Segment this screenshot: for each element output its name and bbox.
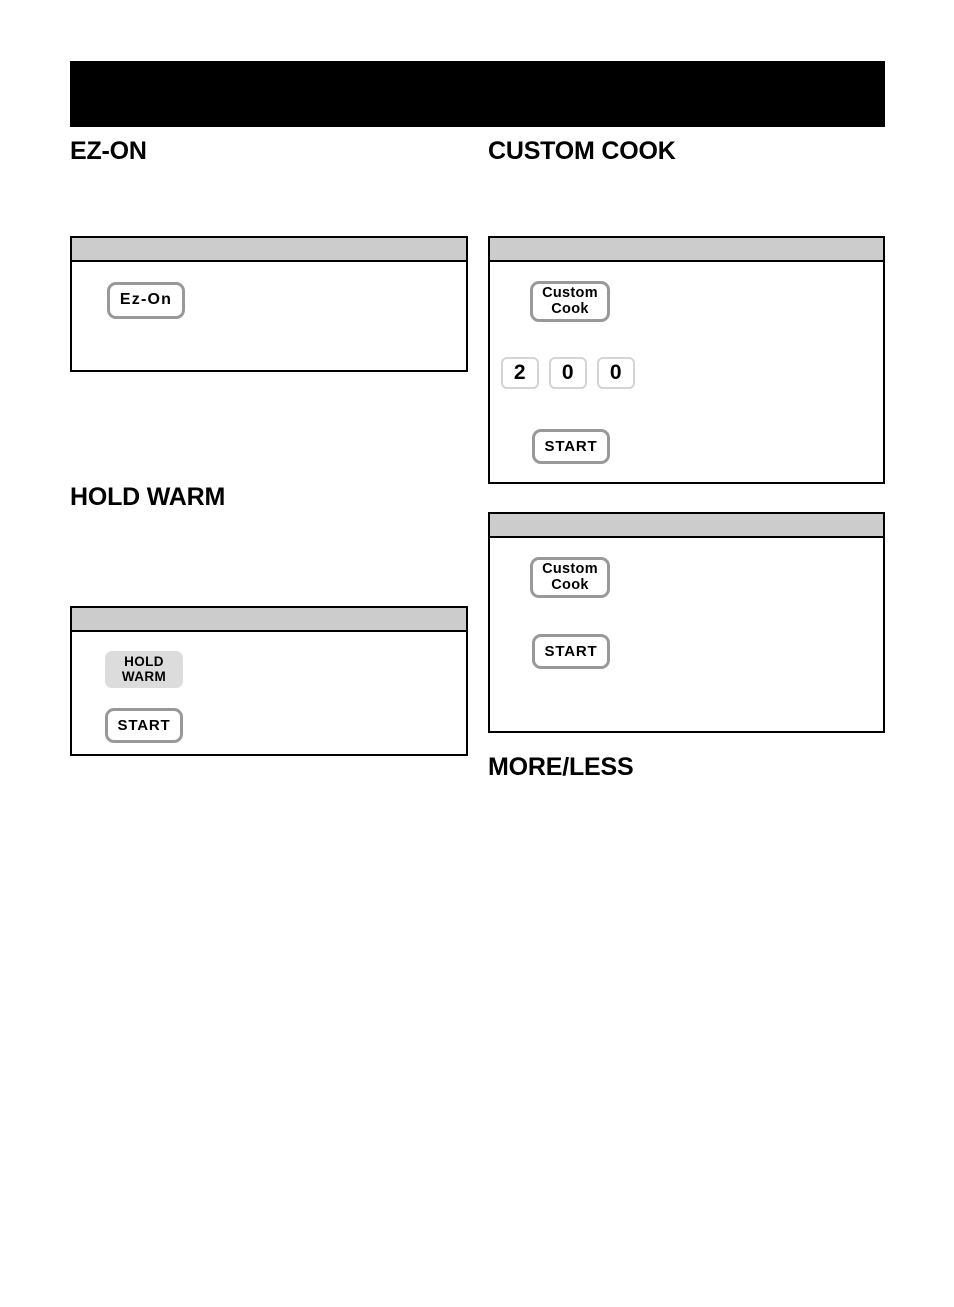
keypad-button-label-line1: Custom <box>542 285 598 302</box>
panel-custom-cook-with-time: Custom Cook 2 0 0 START <box>488 236 885 484</box>
panel-body: HOLD WARM START <box>72 632 466 754</box>
section-heading-more-less: MORE/LESS <box>488 753 634 781</box>
keypad-button-start[interactable]: START <box>532 634 610 669</box>
keypad-button-label-line2: WARM <box>121 668 167 684</box>
keypad-button-label: START <box>544 437 598 455</box>
keypad-button-ez-on[interactable]: Ez-On <box>107 282 185 319</box>
keypad-digit-key-3[interactable]: 0 <box>597 357 635 389</box>
panel-header-strip <box>72 608 466 632</box>
panel-body: Ez-On <box>72 262 466 370</box>
section-heading-custom-cook: CUSTOM COOK <box>488 137 676 165</box>
keypad-button-label-line1: Custom <box>542 561 598 578</box>
panel-body: Custom Cook START <box>490 538 883 731</box>
panel-header-strip <box>72 238 466 262</box>
panel-header-strip <box>490 238 883 262</box>
keypad-button-label-line1: HOLD <box>124 654 164 670</box>
panel-body: Custom Cook 2 0 0 START <box>490 262 883 482</box>
keypad-button-start[interactable]: START <box>105 708 183 743</box>
keypad-digit-key-1[interactable]: 2 <box>501 357 539 389</box>
keypad-button-hold-warm[interactable]: HOLD WARM <box>105 651 183 688</box>
keypad-button-label-line2: Cook <box>551 300 589 317</box>
keypad-button-custom-cook[interactable]: Custom Cook <box>530 557 610 598</box>
panel-hold-warm: HOLD WARM START <box>70 606 468 756</box>
keypad-button-label-line2: Cook <box>551 576 589 593</box>
panel-custom-cook-no-time: Custom Cook START <box>488 512 885 733</box>
keypad-button-label: START <box>117 716 171 734</box>
section-heading-ez-on: EZ-ON <box>70 137 147 165</box>
panel-header-strip <box>490 514 883 538</box>
keypad-button-label: START <box>544 642 598 660</box>
keypad-button-custom-cook[interactable]: Custom Cook <box>530 281 610 322</box>
page-header-bar <box>70 61 885 127</box>
panel-ez-on: Ez-On <box>70 236 468 372</box>
keypad-digit-key-2[interactable]: 0 <box>549 357 587 389</box>
keypad-button-label: Ez-On <box>119 291 173 309</box>
section-heading-hold-warm: HOLD WARM <box>70 483 226 511</box>
keypad-button-start[interactable]: START <box>532 429 610 464</box>
